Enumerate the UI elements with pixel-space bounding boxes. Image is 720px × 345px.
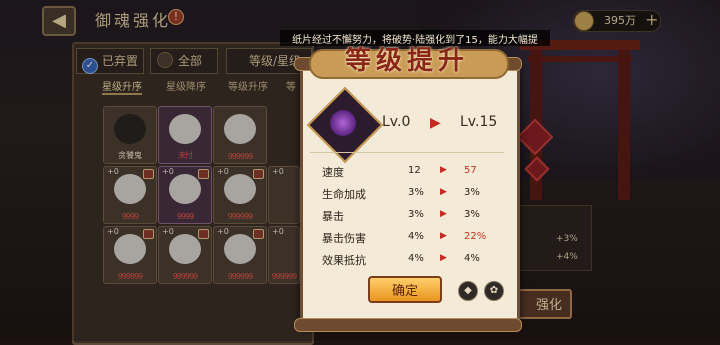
level-from: Lv.0	[382, 114, 411, 130]
stat-row: 效果抵抗 4% ▶ 4%	[322, 252, 502, 268]
stat-to: 57	[464, 165, 477, 176]
lock-toggle-icon[interactable]: ◆	[458, 281, 478, 301]
stat-to: 22%	[464, 231, 487, 242]
arrow-right-icon: ▶	[440, 231, 447, 241]
stat-from: 3%	[408, 209, 424, 220]
stat-row: 暴击 3% ▶ 3%	[322, 208, 502, 224]
scroll-rod-bottom	[294, 318, 522, 332]
level-to: Lv.15	[460, 114, 498, 130]
notice-text: 纸片经过不懈努力，将破势·陆强化到了15，能力大幅提	[292, 35, 538, 46]
modal-title: 等级提升	[344, 46, 469, 76]
stat-label: 暴击伤害	[322, 232, 366, 245]
soul-glyph-icon	[330, 110, 356, 136]
arrow-right-icon: ▶	[440, 209, 447, 219]
stat-from: 4%	[408, 231, 424, 242]
stat-to: 3%	[464, 187, 480, 198]
stat-label: 生命加成	[322, 188, 366, 201]
stat-to: 3%	[464, 209, 480, 220]
divider	[310, 152, 504, 153]
stat-row: 速度 12 ▶ 57	[322, 164, 502, 180]
arrow-right-icon: ▶	[440, 165, 447, 175]
stat-row: 暴击伤害 4% ▶ 22%	[322, 230, 502, 246]
stat-from: 4%	[408, 253, 424, 264]
stat-label: 暴击	[322, 210, 344, 223]
arrow-right-icon: ▶	[440, 253, 447, 263]
stat-from: 12	[408, 165, 421, 176]
stat-to: 4%	[464, 253, 480, 264]
arrow-right-icon: ▶	[440, 187, 447, 197]
stat-row: 生命加成 3% ▶ 3%	[322, 186, 502, 202]
confirm-button[interactable]: 确定	[368, 276, 442, 303]
stat-label: 效果抵抗	[322, 254, 366, 267]
stat-label: 速度	[322, 166, 344, 179]
arrow-right-icon: ▶	[430, 115, 441, 131]
stat-from: 3%	[408, 187, 424, 198]
settings-icon[interactable]: ✿	[484, 281, 504, 301]
